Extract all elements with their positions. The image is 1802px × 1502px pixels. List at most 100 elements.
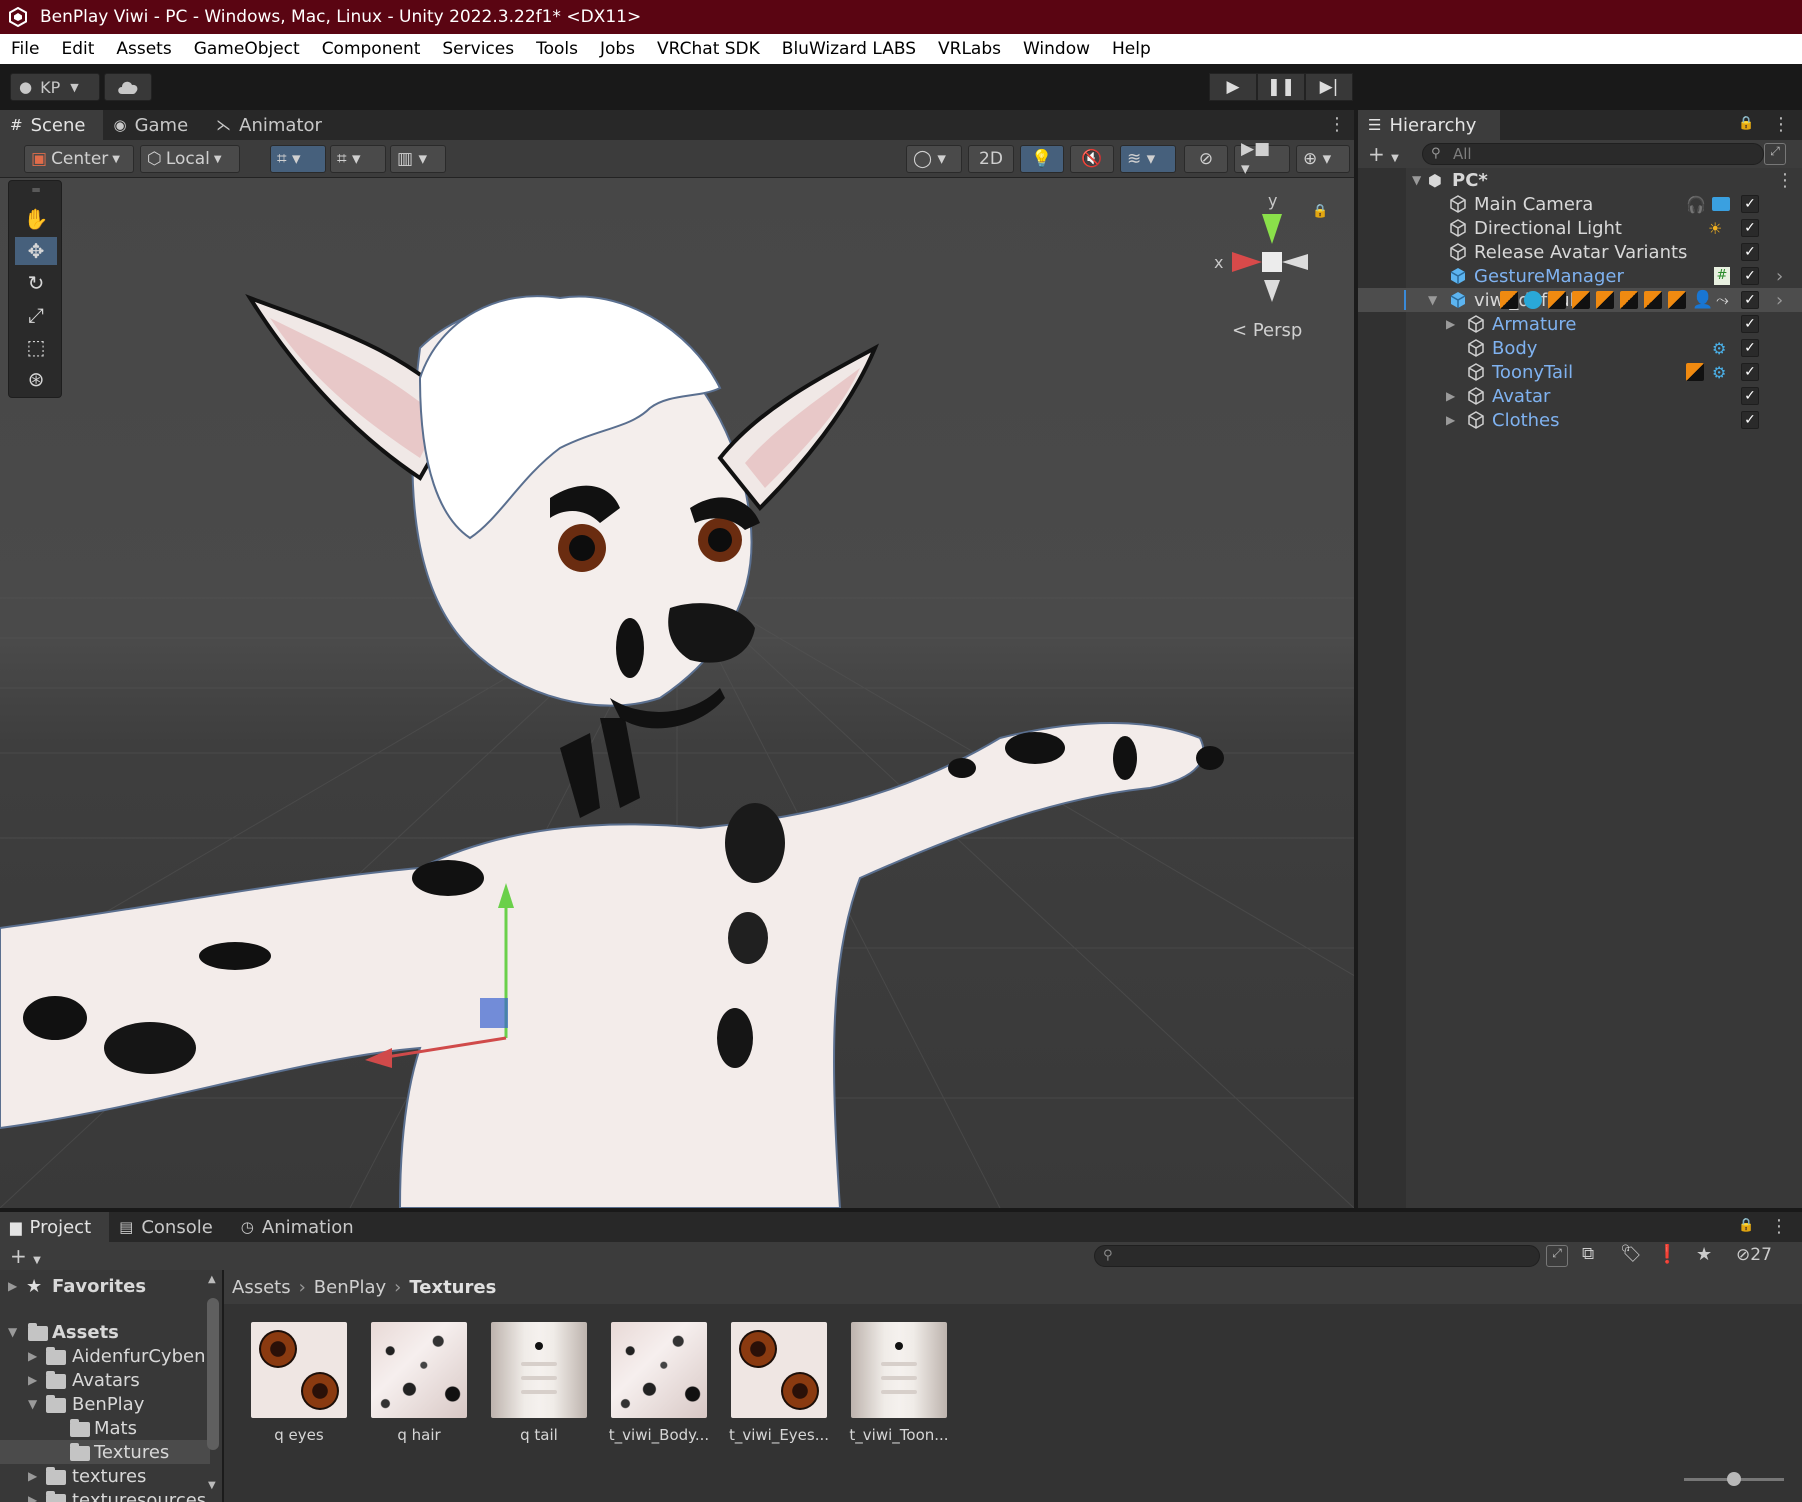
active-checkbox[interactable]: ✓ (1741, 291, 1759, 309)
menu-bluwizard-labs[interactable]: BluWizard LABS (771, 39, 927, 59)
filter-by-type-icon[interactable]: ⧉ (1582, 1244, 1594, 1264)
gizmos-dropdown[interactable]: ⊕ ▾ (1296, 145, 1350, 173)
expand-arrow-icon[interactable]: ▶ (1446, 389, 1455, 403)
tree-item-texturesources[interactable]: ▶ texturesources (0, 1488, 210, 1502)
hierarchy-scene-root[interactable]: ▼ ⬢ PC* ⋮ (1358, 168, 1802, 192)
snap-settings-button[interactable]: ▥ ▾ (390, 145, 446, 173)
tree-item-avatars[interactable]: ▶ Avatars (0, 1368, 210, 1392)
gizmo-center-cube[interactable] (1262, 252, 1282, 272)
scene-viewport[interactable] (0, 178, 1354, 1208)
menu-vrlabs[interactable]: VRLabs (927, 39, 1012, 59)
create-add-button[interactable]: + ▼ (1368, 142, 1399, 166)
project-search-input[interactable]: ⚲ (1094, 1245, 1540, 1267)
hierarchy-item-clothes[interactable]: ▶ Clothes ✓ (1358, 408, 1802, 432)
lock-icon[interactable]: 🔒 (1738, 116, 1754, 131)
breadcrumb-textures[interactable]: Textures (409, 1277, 496, 1298)
expand-arrow-icon[interactable]: ▶ (28, 1349, 37, 1363)
account-dropdown[interactable]: ● KP ▼ (10, 73, 100, 101)
menu-help[interactable]: Help (1101, 39, 1162, 59)
hierarchy-item-directional-light[interactable]: Directional Light ☀ ✓ (1358, 216, 1802, 240)
active-checkbox[interactable]: ✓ (1741, 411, 1759, 429)
breadcrumb-assets[interactable]: Assets (232, 1277, 291, 1298)
hierarchy-item-viwi-default[interactable]: ▼ viwi_default 👤 ⤳ ✓ › (1358, 288, 1802, 312)
breadcrumb-benplay[interactable]: BenPlay (314, 1277, 386, 1298)
tree-item-assets[interactable]: ▼ Assets (0, 1320, 210, 1344)
menu-window[interactable]: Window (1012, 39, 1101, 59)
tab-animator[interactable]: ⋋ Animator (206, 110, 340, 140)
tree-scrollbar[interactable] (207, 1298, 219, 1450)
tree-item-textures[interactable]: Textures (0, 1440, 210, 1464)
menu-tools[interactable]: Tools (525, 39, 589, 59)
expand-arrow-icon[interactable]: ▼ (8, 1325, 17, 1339)
transform-tool-button[interactable]: ⊛ (15, 365, 57, 393)
tree-item-textures-lower[interactable]: ▶ textures (0, 1464, 210, 1488)
hierarchy-item-release-avatar-variants[interactable]: Release Avatar Variants ✓ (1358, 240, 1802, 264)
tree-scroll-up-icon[interactable]: ▲ (208, 1274, 216, 1285)
active-checkbox[interactable]: ✓ (1741, 315, 1759, 333)
asset-tile[interactable]: q tail (484, 1322, 594, 1444)
visibility-toggle[interactable]: ⊘ (1184, 145, 1228, 173)
toggle-2d-button[interactable]: 2D (968, 145, 1014, 173)
lock-icon[interactable]: 🔒 (1738, 1218, 1754, 1233)
filter-by-label-icon[interactable]: 🏷 (1620, 1244, 1642, 1264)
search-scope-icon[interactable]: ⤢ (1546, 1245, 1568, 1267)
active-checkbox[interactable]: ✓ (1741, 267, 1759, 285)
lighting-toggle[interactable]: 💡 (1020, 145, 1064, 173)
axis-y-cone[interactable] (1262, 214, 1282, 244)
menu-vrchat-sdk[interactable]: VRChat SDK (646, 39, 771, 59)
expand-arrow-icon[interactable]: ▶ (28, 1373, 37, 1387)
axis-z-cone[interactable] (1282, 254, 1308, 270)
favorite-star-icon[interactable]: ★ (1696, 1244, 1712, 1265)
space-dropdown[interactable]: ⬡ Local ▼ (140, 145, 240, 173)
chevron-right-icon[interactable]: › (1776, 266, 1783, 287)
hierarchy-item-toony-tail[interactable]: ToonyTail ⚙ ✓ (1358, 360, 1802, 384)
hierarchy-item-gesture-manager[interactable]: GestureManager # ✓ › (1358, 264, 1802, 288)
hierarchy-search-input[interactable]: ⚲ All (1422, 143, 1764, 165)
asset-tile[interactable]: t_viwi_Body... (604, 1322, 714, 1444)
active-checkbox[interactable]: ✓ (1741, 339, 1759, 357)
hierarchy-item-avatar[interactable]: ▶ Avatar ✓ (1358, 384, 1802, 408)
hand-tool-button[interactable]: ✋ (15, 205, 57, 233)
menu-edit[interactable]: Edit (50, 39, 105, 59)
asset-tile[interactable]: t_viwi_Toon... (844, 1322, 954, 1444)
audio-toggle[interactable]: 🔇 (1070, 145, 1114, 173)
camera-settings-dropdown[interactable]: ▶■ ▾ (1234, 139, 1290, 179)
projection-toggle[interactable]: < Persp (1232, 320, 1302, 341)
panel-menu-icon[interactable]: ⋮ (1328, 114, 1346, 135)
pivot-dropdown[interactable]: ▣ Center ▼ (24, 145, 134, 173)
rotate-tool-button[interactable]: ↻ (15, 269, 57, 297)
expand-arrow-icon[interactable]: ▶ (1446, 317, 1455, 331)
cloud-button[interactable] (104, 73, 152, 101)
hierarchy-item-body[interactable]: Body ⚙ ✓ (1358, 336, 1802, 360)
panel-menu-icon[interactable]: ⋮ (1770, 1216, 1788, 1237)
asset-tile[interactable]: t_viwi_Eyes... (724, 1322, 834, 1444)
thumbnail-size-slider-knob[interactable] (1727, 1472, 1741, 1486)
menu-component[interactable]: Component (311, 39, 432, 59)
play-button[interactable]: ▶ (1209, 73, 1257, 101)
expand-arrow-icon[interactable]: ▶ (8, 1279, 17, 1293)
tab-scene[interactable]: # Scene (0, 110, 104, 140)
increment-snap-button[interactable]: ⌗ ▾ (330, 145, 386, 173)
tab-console[interactable]: ▤ Console (109, 1212, 231, 1242)
panel-menu-icon[interactable]: ⋮ (1772, 114, 1790, 135)
active-checkbox[interactable]: ✓ (1741, 219, 1759, 237)
expand-arrow-icon[interactable]: ▶ (1446, 413, 1455, 427)
tab-hierarchy[interactable]: ☰ Hierarchy (1358, 110, 1500, 140)
tree-item-benplay[interactable]: ▼ BenPlay (0, 1392, 210, 1416)
asset-tile[interactable]: q eyes (244, 1322, 354, 1444)
create-add-button[interactable]: + ▼ (10, 1244, 41, 1268)
menu-file[interactable]: File (0, 39, 50, 59)
scene-visibility-icon[interactable]: ⤢ (1764, 143, 1786, 165)
hierarchy-item-armature[interactable]: ▶ Armature ✓ (1358, 312, 1802, 336)
menu-jobs[interactable]: Jobs (589, 39, 646, 59)
pause-button[interactable]: ❚❚ (1257, 73, 1305, 101)
draw-mode-dropdown[interactable]: ◯ ▾ (906, 145, 962, 173)
asset-tile[interactable]: q hair (364, 1322, 474, 1444)
axis-neg-y-cone[interactable] (1264, 280, 1280, 302)
axis-x-cone[interactable] (1232, 252, 1262, 272)
tab-animation[interactable]: ◷ Animation (231, 1212, 372, 1242)
move-tool-button[interactable]: ✥ (15, 237, 57, 265)
tree-item-favorites[interactable]: ▶ ★ Favorites (0, 1274, 210, 1298)
tree-item-aidenfurcyben[interactable]: ▶ AidenfurCyben (0, 1344, 210, 1368)
scene-menu-icon[interactable]: ⋮ (1776, 170, 1794, 191)
